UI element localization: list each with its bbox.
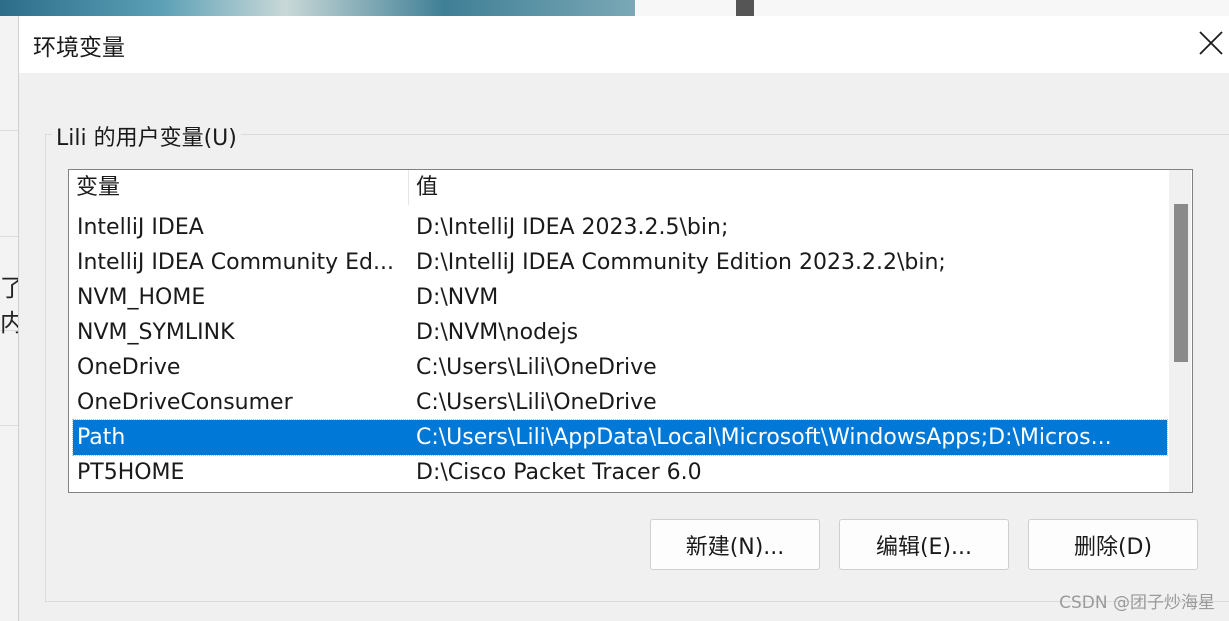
user-variables-label: Lili 的用户变量(U) — [52, 120, 241, 152]
title-bar: 环境变量 — [19, 16, 1229, 73]
close-button[interactable] — [1190, 24, 1229, 64]
variable-value: C:\Users\Lili\OneDrive — [416, 390, 657, 415]
table-row[interactable]: IntelliJ IDEA Community Ed... D:\Intelli… — [73, 245, 1167, 280]
edit-button[interactable]: 编辑(E)... — [839, 519, 1009, 570]
variable-name: NVM_SYMLINK — [77, 320, 235, 345]
user-variables-list[interactable]: 变量 值 IntelliJ IDEA D:\IntelliJ IDEA 2023… — [68, 169, 1193, 493]
variable-value: D:\IntelliJ IDEA Community Edition 2023.… — [416, 250, 946, 275]
background-text-fragment: 了内 — [0, 274, 18, 337]
background-divider — [0, 425, 18, 426]
column-header-value[interactable]: 值 — [416, 170, 438, 205]
variable-name: IntelliJ IDEA Community Ed... — [77, 250, 394, 275]
table-row[interactable]: OneDrive C:\Users\Lili\OneDrive — [73, 350, 1167, 385]
table-row[interactable]: OneDriveConsumer C:\Users\Lili\OneDrive — [73, 385, 1167, 420]
column-header-variable[interactable]: 变量 — [76, 170, 120, 205]
background-window-strip — [636, 0, 1229, 16]
desktop-background-image — [0, 0, 635, 16]
variable-value: C:\Users\Lili\OneDrive — [416, 355, 657, 380]
delete-button[interactable]: 删除(D) — [1028, 519, 1198, 570]
background-window-edge — [736, 0, 754, 16]
close-icon — [1199, 31, 1223, 55]
table-row-selected[interactable]: Path C:\Users\Lili\AppData\Local\Microso… — [72, 419, 1168, 456]
new-button[interactable]: 新建(N)... — [650, 519, 820, 570]
background-divider — [0, 130, 18, 131]
variable-value: C:\Users\Lili\AppData\Local\Microsoft\Wi… — [416, 425, 1112, 450]
dialog-title: 环境变量 — [33, 35, 125, 61]
table-row[interactable]: IntelliJ IDEA D:\IntelliJ IDEA 2023.2.5\… — [73, 210, 1167, 245]
table-row[interactable]: NVM_HOME D:\NVM — [73, 280, 1167, 315]
variable-name: Path — [77, 425, 126, 450]
variable-name: OneDrive — [77, 355, 181, 380]
variable-name: IntelliJ IDEA — [77, 215, 204, 240]
background-divider — [0, 236, 18, 237]
variable-name: NVM_HOME — [77, 285, 206, 310]
column-separator[interactable] — [408, 170, 409, 205]
environment-variables-dialog: 环境变量 Lili 的用户变量(U) 变量 值 IntelliJ IDEA D:… — [18, 16, 1229, 621]
vertical-scrollbar[interactable] — [1169, 170, 1191, 492]
list-header: 变量 值 — [69, 170, 1169, 205]
variable-value: D:\IntelliJ IDEA 2023.2.5\bin; — [416, 215, 729, 240]
variable-value: D:\NVM — [416, 285, 499, 310]
table-row[interactable]: NVM_SYMLINK D:\NVM\nodejs — [73, 315, 1167, 350]
variable-name: PT5HOME — [77, 460, 185, 485]
variable-value: D:\NVM\nodejs — [416, 320, 579, 345]
variable-value: D:\Cisco Packet Tracer 6.0 — [416, 460, 702, 485]
watermark: CSDN @团子炒海星 — [1059, 593, 1215, 613]
scrollbar-thumb[interactable] — [1174, 204, 1188, 362]
variable-name: OneDriveConsumer — [77, 390, 293, 415]
table-row[interactable]: PT5HOME D:\Cisco Packet Tracer 6.0 — [73, 455, 1167, 490]
